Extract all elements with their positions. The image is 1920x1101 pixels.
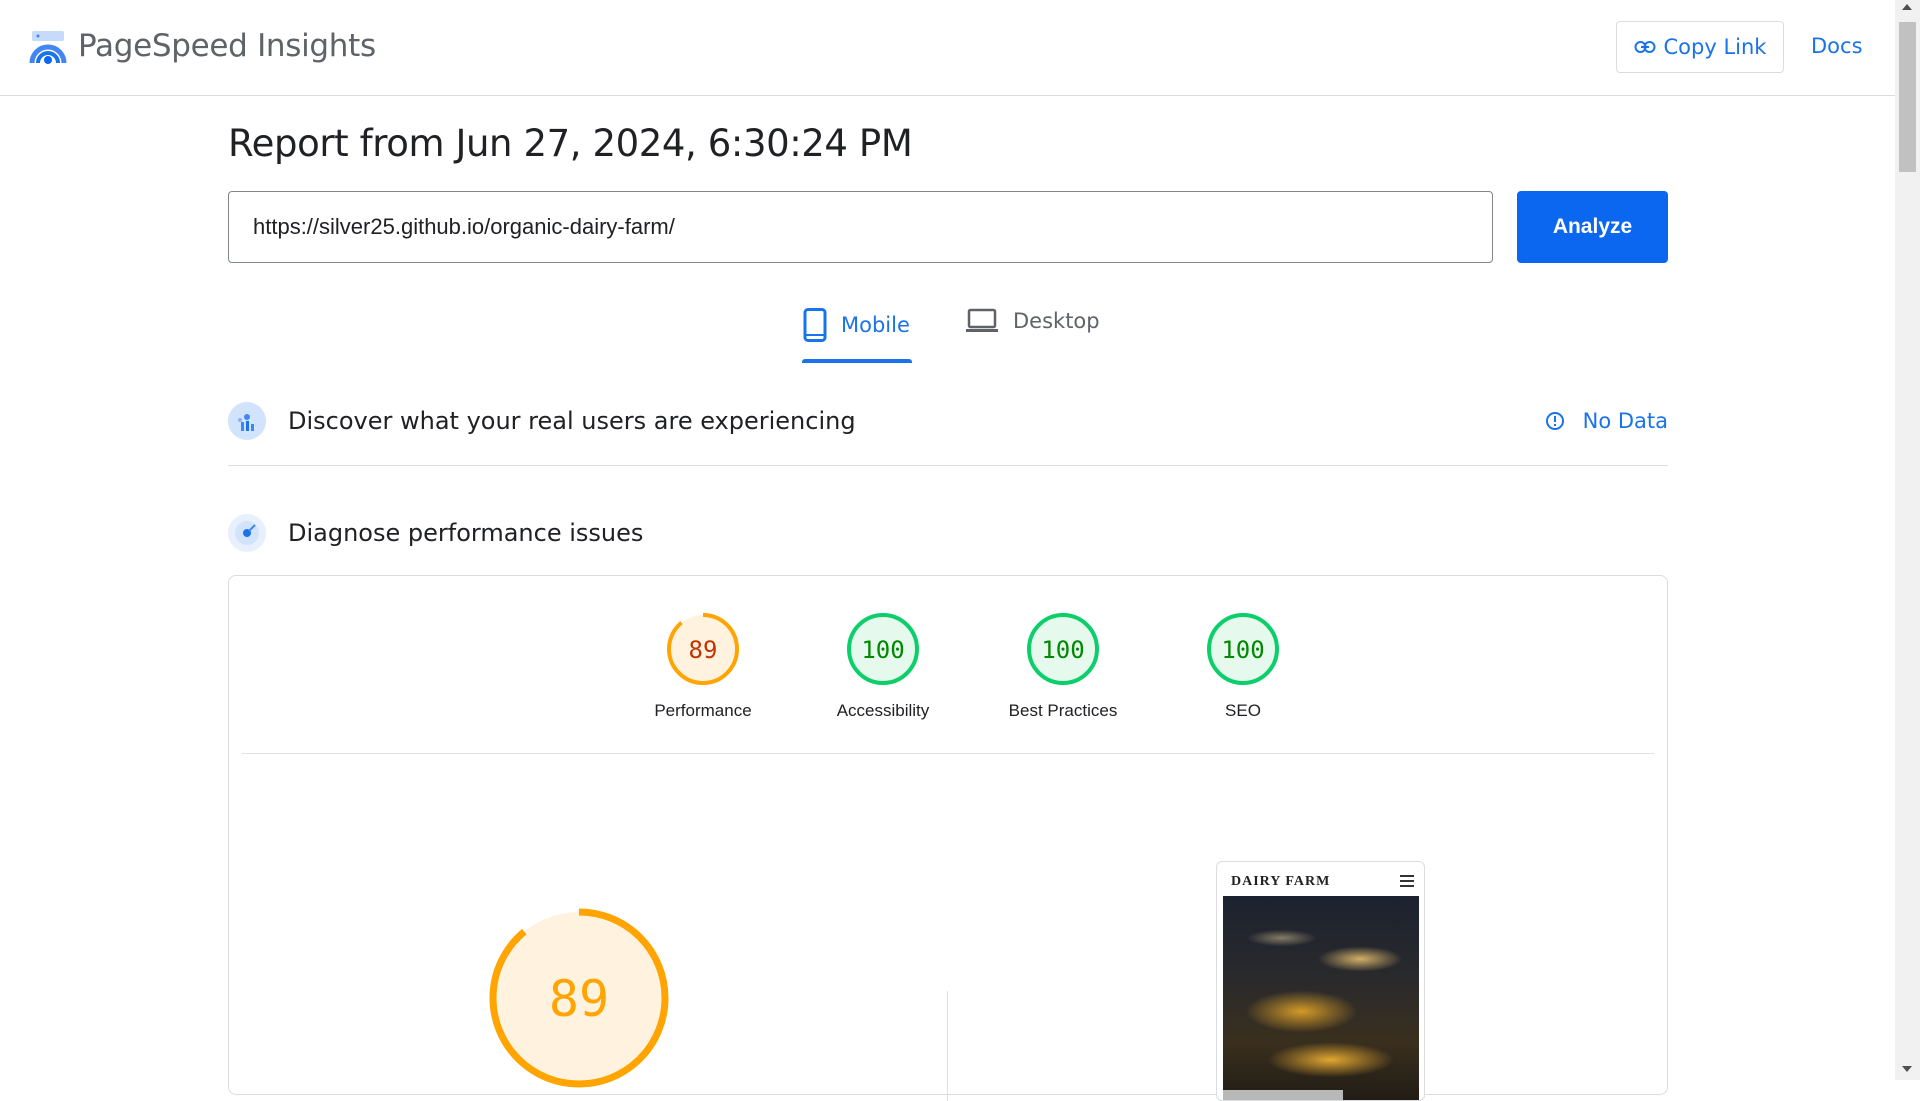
page-scrollbar[interactable] [1895, 0, 1920, 1080]
url-input[interactable] [228, 191, 1493, 263]
no-data-link[interactable]: No Data [1545, 409, 1668, 433]
section-divider [228, 465, 1668, 466]
gauge-ring: 100 [847, 613, 919, 685]
gauge-score: 89 [689, 636, 718, 664]
field-data-title: Discover what your real users are experi… [288, 407, 856, 435]
app-title[interactable]: PageSpeed Insights [78, 28, 376, 64]
scrollbar-thumb[interactable] [1899, 22, 1916, 172]
pagespeed-logo-icon [29, 31, 67, 64]
big-gauge-score: 89 [549, 970, 609, 1028]
smartphone-icon [803, 308, 827, 342]
gauge-ring: 100 [1027, 613, 1099, 685]
score-gauge-performance[interactable]: 89 Performance [628, 611, 778, 721]
scroll-down-arrow-icon[interactable] [1902, 1066, 1912, 1072]
tab-desktop-label: Desktop [1013, 309, 1100, 333]
gauge-ring: 100 [1207, 613, 1279, 685]
laptop-icon [966, 308, 998, 332]
top-app-bar: PageSpeed Insights Copy Link Docs [0, 0, 1895, 96]
gauge-label: Performance [654, 701, 752, 720]
score-gauge-best-practices[interactable]: 100 Best Practices [988, 611, 1138, 721]
diagnose-section: Diagnose performance issues [228, 513, 1668, 553]
gauge-ring: 89 [667, 613, 739, 685]
preview-hero-strip [1223, 1090, 1343, 1100]
metrics-divider [947, 991, 948, 1101]
card-divider [242, 753, 1654, 754]
gauge-label: SEO [1225, 701, 1261, 720]
diagnose-title: Diagnose performance issues [288, 519, 644, 547]
link-icon [1634, 41, 1656, 53]
active-tab-indicator [802, 359, 912, 363]
no-data-label: No Data [1582, 409, 1668, 433]
preview-site-name: DAIRY FARM [1231, 874, 1331, 889]
tab-desktop[interactable]: Desktop [965, 308, 1100, 334]
performance-big-gauge: 89 [489, 908, 669, 1088]
score-gauge-accessibility[interactable]: 100 Accessibility [808, 611, 958, 721]
tab-mobile[interactable]: Mobile [803, 308, 910, 342]
users-chart-icon [228, 402, 266, 440]
gauge-label: Accessibility [836, 701, 930, 720]
diagnose-target-icon [228, 514, 266, 552]
analyze-button[interactable]: Analyze [1517, 191, 1668, 263]
final-screenshot-preview[interactable]: DAIRY FARM [1216, 861, 1425, 1101]
copy-link-label: Copy Link [1663, 35, 1767, 59]
tab-mobile-label: Mobile [841, 313, 910, 337]
field-data-section: Discover what your real users are experi… [228, 401, 1668, 441]
docs-link[interactable]: Docs [1811, 34, 1863, 58]
gauge-label: Best Practices [1008, 701, 1118, 720]
scores-card: 89 Performance 100 Accessibility 100 Bes… [228, 575, 1668, 1101]
info-icon [1545, 412, 1564, 430]
gauge-score: 100 [1221, 636, 1264, 664]
scroll-up-arrow-icon[interactable] [1902, 4, 1912, 10]
gauge-score: 100 [1041, 636, 1084, 664]
report-title: Report from Jun 27, 2024, 6:30:24 PM [228, 122, 913, 165]
gauge-score: 100 [861, 636, 904, 664]
copy-link-button[interactable]: Copy Link [1616, 21, 1784, 73]
hamburger-menu-icon [1400, 875, 1414, 890]
score-gauge-seo[interactable]: 100 SEO [1168, 611, 1318, 721]
preview-hero-image [1223, 896, 1419, 1100]
